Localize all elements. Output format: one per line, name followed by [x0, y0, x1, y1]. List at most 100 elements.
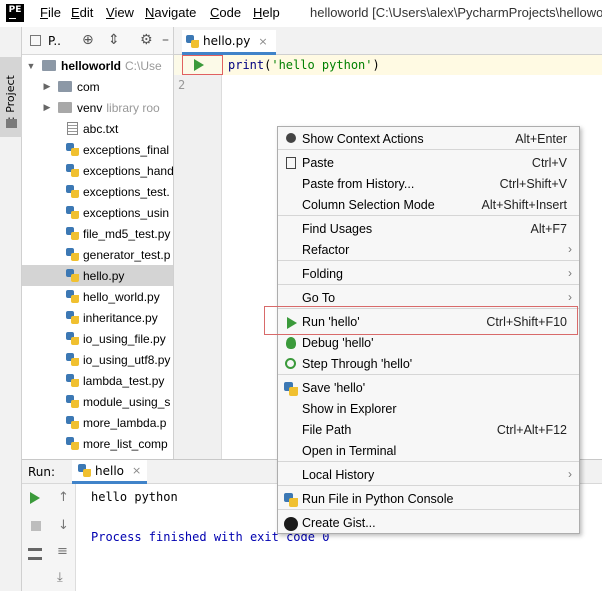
- menu-item-local-history[interactable]: Local History ›: [278, 465, 579, 486]
- python-file-icon: [66, 437, 79, 450]
- gear-icon[interactable]: ⚙: [140, 32, 153, 48]
- menu-item-shortcut: Alt+F7: [530, 222, 567, 236]
- menu-help[interactable]: Help: [253, 5, 280, 20]
- menu-item-paste[interactable]: Paste Ctrl+V: [278, 153, 579, 174]
- collapse-icon[interactable]: ⇕: [108, 32, 120, 48]
- tree-item-label: com: [77, 79, 100, 94]
- submenu-arrow-icon: ›: [568, 242, 572, 256]
- tree-file-item[interactable]: more_lambda.p: [22, 412, 173, 433]
- tree-file-item[interactable]: abc.txt: [22, 118, 173, 139]
- menu-item-paste-from-history[interactable]: Paste from History... Ctrl+Shift+V: [278, 174, 579, 195]
- menu-item-step-through-hello[interactable]: Step Through 'hello': [278, 354, 579, 375]
- tree-file-item[interactable]: io_using_utf8.py: [22, 349, 173, 370]
- menu-view[interactable]: View: [106, 5, 134, 20]
- tree-file-item[interactable]: exceptions_hand: [22, 160, 173, 181]
- run-tab-hello[interactable]: hello ×: [72, 460, 148, 484]
- tree-file-item[interactable]: exceptions_test.: [22, 181, 173, 202]
- menu-item-label: Show in Explorer: [302, 402, 397, 416]
- tree-folder-com[interactable]: ▶ com: [22, 76, 173, 97]
- menu-item-refactor[interactable]: Refactor ›: [278, 240, 579, 261]
- minimize-icon[interactable]: –: [162, 32, 169, 48]
- tree-item-label: hello.py: [83, 268, 125, 283]
- menu-item-show-context-actions[interactable]: Show Context Actions Alt+Enter: [278, 129, 579, 150]
- python-file-icon: [78, 464, 91, 477]
- console-output: hello python: [91, 490, 178, 504]
- text-file-icon: [67, 122, 78, 135]
- menu-item-label: File Path: [302, 423, 352, 437]
- expand-arrow-icon[interactable]: ▼: [26, 61, 36, 71]
- close-tab-icon[interactable]: ×: [132, 464, 141, 477]
- line-number: 2: [178, 78, 186, 92]
- rerun-icon[interactable]: [30, 492, 40, 504]
- target-icon[interactable]: ⊕: [82, 32, 94, 48]
- tree-file-item[interactable]: hello.py: [22, 265, 173, 286]
- tree-item-label: more_lambda.p: [83, 415, 167, 430]
- menu-item-label: Run File in Python Console: [302, 492, 454, 506]
- menu-item-column-selection-mode[interactable]: Column Selection Mode Alt+Shift+Insert: [278, 195, 579, 216]
- tree-item-label: io_using_utf8.py: [83, 352, 171, 367]
- tree-item-label: inheritance.py: [83, 310, 158, 325]
- stop-icon[interactable]: [31, 521, 41, 531]
- menu-item-show-in-explorer[interactable]: Show in Explorer: [278, 399, 579, 420]
- menu-navigate[interactable]: Navigate: [145, 5, 196, 20]
- menu-item-run-file-in-python-console[interactable]: Run File in Python Console: [278, 489, 579, 510]
- tree-file-item[interactable]: exceptions_final: [22, 139, 173, 160]
- python-file-icon: [186, 34, 199, 48]
- tree-file-item[interactable]: hello_world.py: [22, 286, 173, 307]
- menu-code[interactable]: Code: [210, 5, 241, 20]
- menu-file[interactable]: File: [40, 5, 61, 20]
- tree-file-item[interactable]: generator_test.p: [22, 244, 173, 265]
- tree-item-label: file_md5_test.py: [83, 226, 171, 241]
- menu-item-open-in-terminal[interactable]: Open in Terminal: [278, 441, 579, 462]
- soft-wrap-icon[interactable]: ≡: [57, 544, 68, 559]
- menu-item-folding[interactable]: Folding ›: [278, 264, 579, 285]
- tree-item-label: module_using_s: [83, 394, 171, 409]
- collapse-arrow-icon[interactable]: ▶: [42, 102, 52, 113]
- python-file-icon: [66, 290, 79, 303]
- tree-file-item[interactable]: lambda_test.py: [22, 370, 173, 391]
- tree-item-label: exceptions_usin: [83, 205, 170, 220]
- menu-item-label: Paste: [302, 156, 334, 170]
- menu-item-debug-hello[interactable]: Debug 'hello': [278, 333, 579, 354]
- tree-folder-venv[interactable]: ▶ venv library roo: [22, 97, 173, 118]
- tree-file-item[interactable]: exceptions_usin: [22, 202, 173, 223]
- menu-item-file-path[interactable]: File Path Ctrl+Alt+F12: [278, 420, 579, 441]
- menu-item-save-hello[interactable]: Save 'hello': [278, 378, 579, 399]
- code-line-1[interactable]: print('hello python'): [228, 58, 380, 72]
- close-tab-icon[interactable]: ×: [258, 35, 267, 48]
- run-gutter-icon[interactable]: [194, 59, 204, 71]
- tree-file-item[interactable]: module_using_s: [22, 391, 173, 412]
- layout-icon[interactable]: [28, 548, 42, 560]
- scroll-to-end-icon[interactable]: ⤓: [57, 570, 63, 585]
- tree-file-item[interactable]: inheritance.py: [22, 307, 173, 328]
- left-tool-stripe: 1: Project: [0, 27, 22, 591]
- project-view-icon: [30, 35, 41, 46]
- tree-item-label: venv: [77, 100, 103, 115]
- python-file-icon: [66, 332, 79, 345]
- menu-item-label: Show Context Actions: [302, 132, 424, 146]
- run-tab-label: hello: [95, 463, 124, 478]
- tree-file-item[interactable]: more_list_comp: [22, 433, 173, 454]
- arrow-down-icon[interactable]: ↓: [58, 518, 69, 533]
- pycharm-logo-icon: PE: [6, 4, 24, 22]
- tree-file-item[interactable]: file_md5_test.py: [22, 223, 173, 244]
- arrow-up-icon[interactable]: ↑: [58, 490, 69, 505]
- folder-icon: [58, 102, 72, 113]
- python-file-icon: [66, 395, 79, 408]
- menu-item-create-gist[interactable]: Create Gist...: [278, 513, 579, 534]
- tree-item-label: more_list_comp: [83, 436, 168, 451]
- tree-file-item[interactable]: io_using_file.py: [22, 328, 173, 349]
- menu-item-find-usages[interactable]: Find Usages Alt+F7: [278, 219, 579, 240]
- project-view-selector[interactable]: P..: [48, 34, 61, 48]
- collapse-arrow-icon[interactable]: ▶: [42, 81, 52, 92]
- tree-root-helloworld[interactable]: ▼ helloworld C:\Use: [22, 55, 173, 76]
- menu-item-label: Local History: [302, 468, 375, 482]
- editor-gutter: [174, 55, 222, 459]
- tree-item-label: io_using_file.py: [83, 331, 166, 346]
- project-folder-icon: [6, 119, 17, 128]
- window-title: helloworld [C:\Users\alex\PycharmProject…: [310, 5, 602, 20]
- menu-item-label: Folding: [302, 267, 343, 281]
- menu-item-shortcut: Ctrl+Shift+V: [499, 177, 567, 191]
- menu-edit[interactable]: Edit: [71, 5, 93, 20]
- editor-tab-hello-py[interactable]: hello.py ×: [182, 30, 276, 55]
